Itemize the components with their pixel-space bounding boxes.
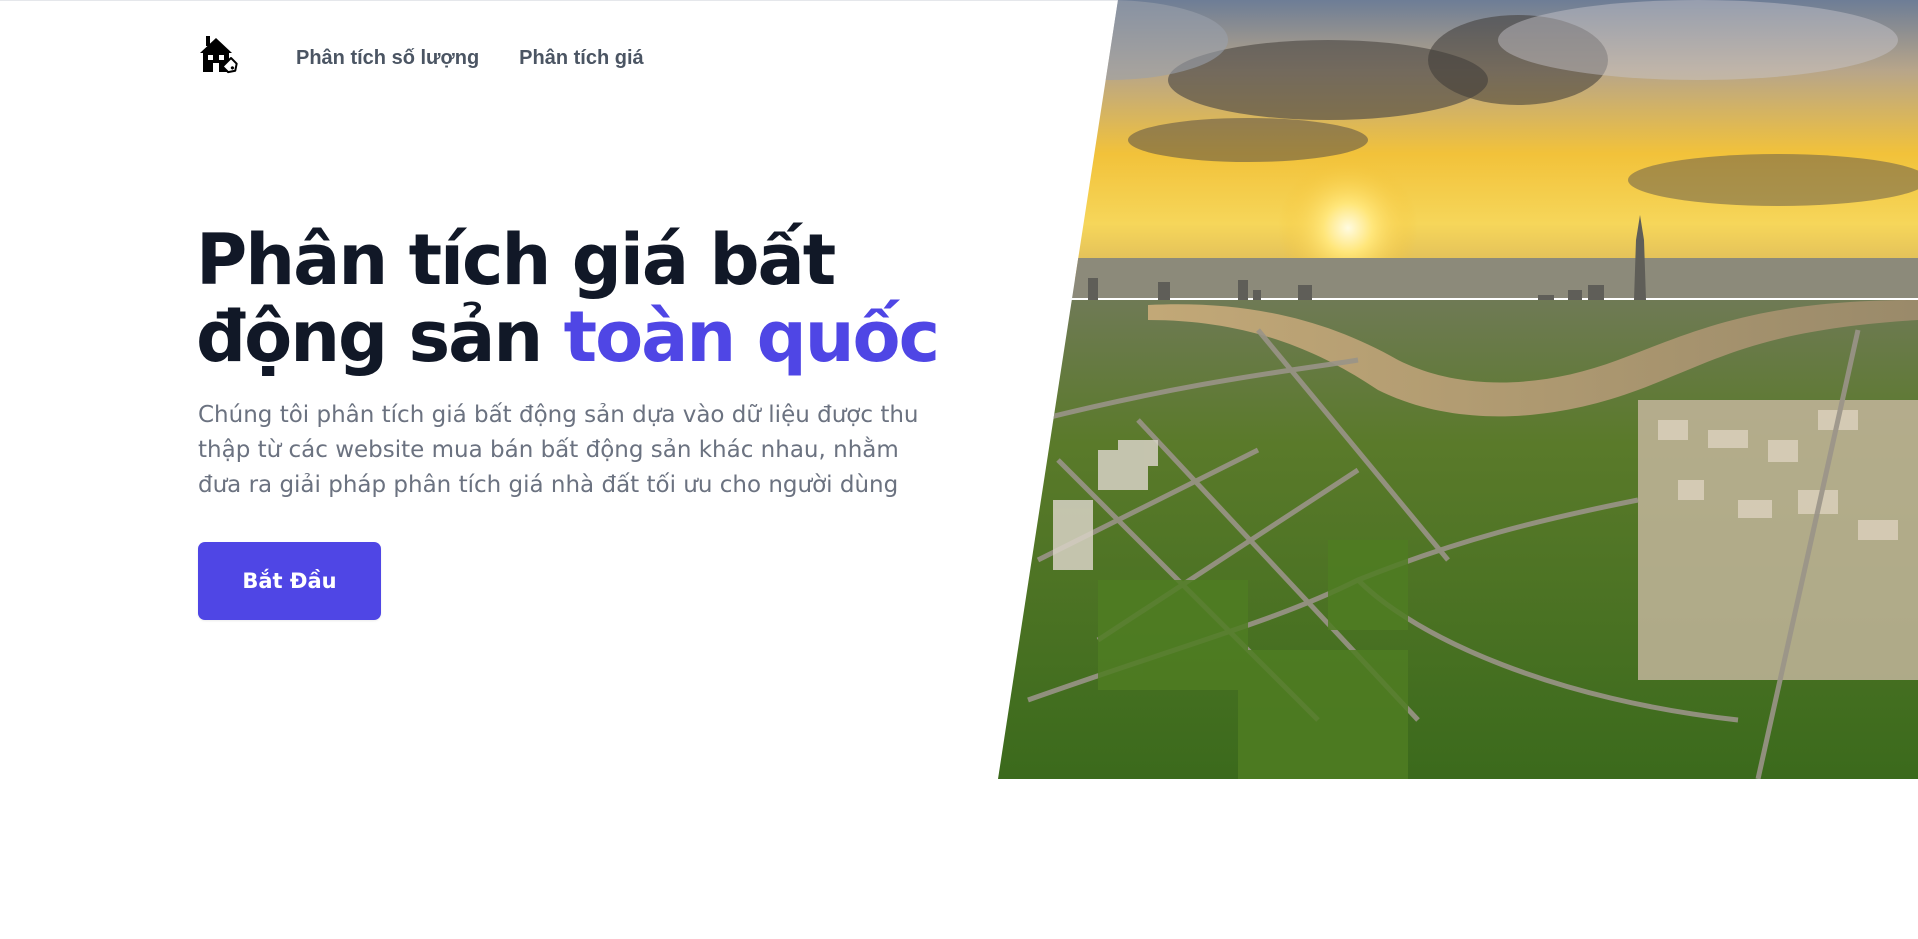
- hero-headline: Phân tích giá bất động sản toàn quốc: [196, 222, 956, 376]
- top-nav: Phân tích số lượng Phân tích giá: [198, 34, 644, 82]
- hero-description: Chúng tôi phân tích giá bất động sản dựa…: [198, 402, 919, 498]
- house-price-tag-icon: [198, 34, 250, 83]
- nav-link-price-analysis[interactable]: Phân tích giá: [519, 47, 643, 70]
- top-border: [0, 0, 1118, 1]
- nav-link-quantity-analysis[interactable]: Phân tích số lượng: [296, 47, 479, 70]
- aerial-city-sunset-photo: [998, 0, 1918, 779]
- get-started-button[interactable]: Bắt Đầu: [198, 542, 381, 620]
- home-logo-link[interactable]: [198, 34, 250, 83]
- landing-page: Phân tích số lượng Phân tích giá Phân tí…: [0, 0, 1918, 939]
- headline-accent-text: toàn quốc: [563, 296, 941, 378]
